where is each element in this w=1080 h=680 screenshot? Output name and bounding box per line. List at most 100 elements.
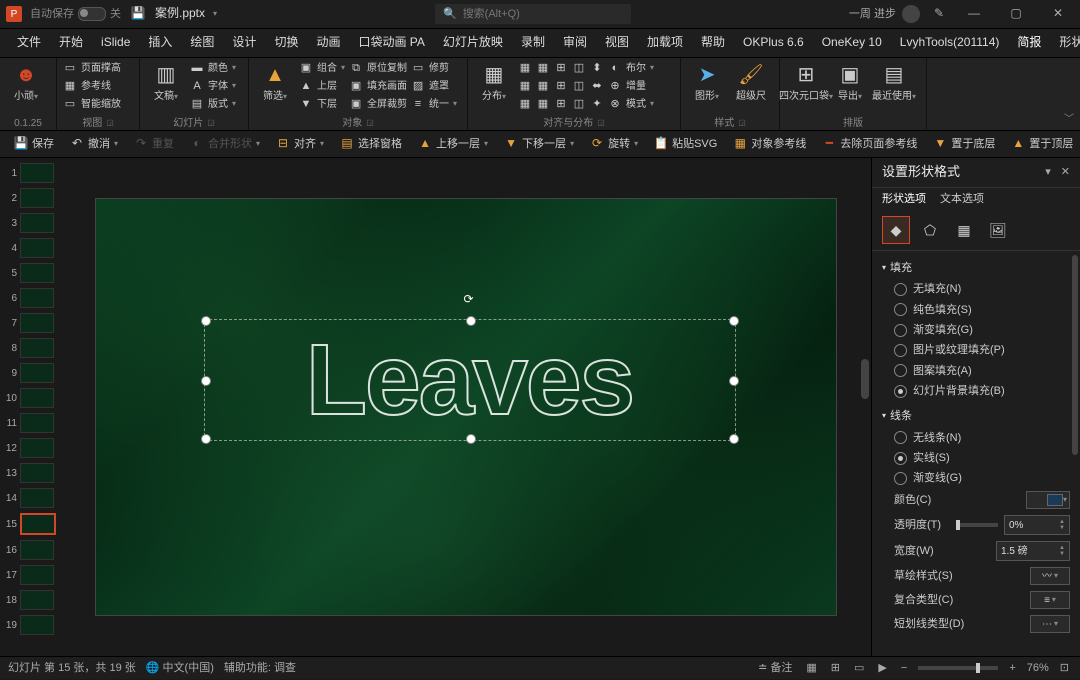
pane-dropdown-icon[interactable]: ▾ [1045, 165, 1051, 179]
dash-type-combo[interactable]: ⋯▾ [1030, 615, 1070, 633]
page-stretch[interactable]: ▭页面撑高 [63, 60, 121, 77]
shape-button[interactable]: ➤图形▾ [687, 60, 727, 105]
qb-send-to-back[interactable]: ▼置于底层 [927, 135, 1001, 153]
zoom-slider[interactable] [918, 666, 998, 670]
thumbnail-19[interactable]: 19 [2, 614, 58, 636]
filename-chevron-icon[interactable]: ▾ [213, 9, 217, 19]
accessibility-button[interactable]: 辅助功能: 调查 [224, 661, 296, 675]
view-normal-icon[interactable]: ▦ [803, 661, 819, 675]
align-grid-2[interactable]: ▦▦⊞ [518, 78, 568, 95]
pen-icon[interactable]: ✎ [930, 5, 948, 23]
thumbnail-10[interactable]: 10 [2, 387, 58, 409]
radio-no-fill[interactable]: 无填充(N) [882, 279, 1070, 299]
font-dropdown[interactable]: A字体▾ [190, 78, 236, 95]
thumbnail-14[interactable]: 14 [2, 487, 58, 509]
qb-send-backward[interactable]: ▼下移一层▾ [498, 135, 580, 153]
thumbnail-4[interactable]: 4 [2, 237, 58, 259]
pane-close-icon[interactable]: ✕ [1061, 165, 1070, 179]
align-grid-1[interactable]: ▦▦⊞ [518, 60, 568, 77]
menu-视图[interactable]: 视图 [596, 31, 638, 55]
window-close[interactable]: ✕ [1042, 0, 1074, 28]
qb-bring-forward[interactable]: ▲上移一层▾ [412, 135, 494, 153]
compound-type-combo[interactable]: ≡▾ [1030, 591, 1070, 609]
smart-zoom[interactable]: ▭智能缩放 [63, 96, 121, 113]
menu-动画[interactable]: 动画 [307, 31, 349, 55]
zoom-out-button[interactable]: − [898, 661, 910, 675]
filter-button[interactable]: ▲筛选▾ [255, 60, 295, 105]
recent-button[interactable]: ▤最近使用▾ [874, 60, 914, 105]
thumbnail-16[interactable]: 16 [2, 539, 58, 561]
thumbnail-12[interactable]: 12 [2, 437, 58, 459]
zoom-in-button[interactable]: + [1006, 661, 1018, 675]
thumbnail-17[interactable]: 17 [2, 564, 58, 586]
menu-简报[interactable]: 简报 [1008, 31, 1050, 55]
qb-select-pane[interactable]: ▤选择窗格 [334, 135, 408, 153]
save-icon[interactable]: 💾 [129, 5, 147, 23]
menu-插入[interactable]: 插入 [139, 31, 181, 55]
radio-gradient-line[interactable]: 渐变线(G) [882, 468, 1070, 488]
boolean-btn[interactable]: 布尔▾ [626, 60, 654, 77]
menu-帮助[interactable]: 帮助 [692, 31, 734, 55]
thumbnail-2[interactable]: 2 [2, 187, 58, 209]
guides-toggle[interactable]: ▦参考线 [63, 78, 121, 95]
thumbnail-3[interactable]: 3 [2, 212, 58, 234]
duplicate-in-place[interactable]: ⧉原位复制 [349, 60, 407, 77]
menu-切换[interactable]: 切换 [265, 31, 307, 55]
notes-button[interactable]: ≐ 备注 [755, 661, 795, 675]
menu-绘图[interactable]: 绘图 [181, 31, 223, 55]
radio-slidebg-fill[interactable]: 幻灯片背景填充(B) [882, 381, 1070, 401]
fill-section-header[interactable]: ▾填充 [882, 257, 1070, 279]
xiaowan-button[interactable]: ☻小顽▾ [6, 60, 46, 105]
radio-picture-fill[interactable]: 图片或纹理填充(P) [882, 340, 1070, 360]
tab-text-options[interactable]: 文本选项 [940, 192, 984, 206]
slide[interactable]: ⟳ Leaves [95, 198, 837, 616]
thumbnail-6[interactable]: 6 [2, 287, 58, 309]
increment-btn[interactable]: 增量 [626, 78, 654, 95]
rotate-handle[interactable]: ⟳ [464, 292, 476, 304]
transparency-slider[interactable] [958, 523, 998, 527]
thumbnail-1[interactable]: 1 [2, 162, 58, 184]
size-props-icon[interactable]: ▦ [950, 216, 978, 244]
menu-iSlide[interactable]: iSlide [92, 31, 139, 55]
thumbnail-panel[interactable]: 12345678910111213141516171819 [0, 158, 60, 656]
thumbnail-7[interactable]: 7 [2, 312, 58, 334]
fill-screen[interactable]: ▣填充画面 [349, 78, 407, 95]
line-color-picker[interactable]: ▾ [1026, 491, 1070, 509]
color-dropdown[interactable]: ▬颜色▾ [190, 60, 236, 77]
sketch-style-combo[interactable]: 〰▾ [1030, 567, 1070, 585]
layout-dropdown[interactable]: ▤版式▾ [190, 96, 236, 113]
menu-审阅[interactable]: 审阅 [554, 31, 596, 55]
menu-口袋动画 PA[interactable]: 口袋动画 PA [349, 31, 433, 55]
slide-counter[interactable]: 幻灯片 第 15 张，共 19 张 [8, 661, 136, 675]
thumbnail-9[interactable]: 9 [2, 362, 58, 384]
bring-forward[interactable]: ▲上层 [299, 78, 345, 95]
qb-merge[interactable]: ◐合并形状▾ [184, 135, 266, 153]
view-slideshow-icon[interactable]: ▶ [875, 661, 889, 675]
pocket-button[interactable]: ⊞四次元口袋▾ [786, 60, 826, 105]
launcher-icon[interactable]: ◲ [597, 118, 605, 128]
fill-line-icon[interactable]: ◆ [882, 216, 910, 244]
launcher-icon[interactable]: ◲ [738, 118, 746, 128]
radio-solid-fill[interactable]: 纯色填充(S) [882, 300, 1070, 320]
thumbnail-8[interactable]: 8 [2, 337, 58, 359]
menu-OneKey 10[interactable]: OneKey 10 [813, 31, 891, 55]
align-grid-4[interactable]: ◫⬍◐ [572, 60, 622, 77]
qb-save[interactable]: 💾保存 [8, 135, 60, 153]
menu-设计[interactable]: 设计 [223, 31, 265, 55]
radio-pattern-fill[interactable]: 图案填充(A) [882, 361, 1070, 381]
qb-align[interactable]: ⊟对齐▾ [270, 135, 330, 153]
thumbnail-15[interactable]: 15 [2, 512, 58, 536]
qb-remove-guides[interactable]: ━去除页面参考线 [816, 135, 923, 153]
qb-redo[interactable]: ↷重复 [128, 135, 180, 153]
line-section-header[interactable]: ▾线条 [882, 405, 1070, 427]
pane-scrollbar[interactable] [1070, 255, 1078, 652]
distribute-button[interactable]: ▦分布▾ [474, 60, 514, 105]
fullscreen-crop[interactable]: ▣全屏裁剪 [349, 96, 407, 113]
thumbnail-18[interactable]: 18 [2, 589, 58, 611]
align-grid-3[interactable]: ▦▦⊞ [518, 96, 568, 113]
menu-开始[interactable]: 开始 [50, 31, 92, 55]
send-backward[interactable]: ▼下层 [299, 96, 345, 113]
ribbon-collapse[interactable]: ﹀ [1064, 113, 1074, 126]
launcher-icon[interactable]: ◲ [207, 118, 215, 128]
window-minimize[interactable]: — [958, 0, 990, 28]
